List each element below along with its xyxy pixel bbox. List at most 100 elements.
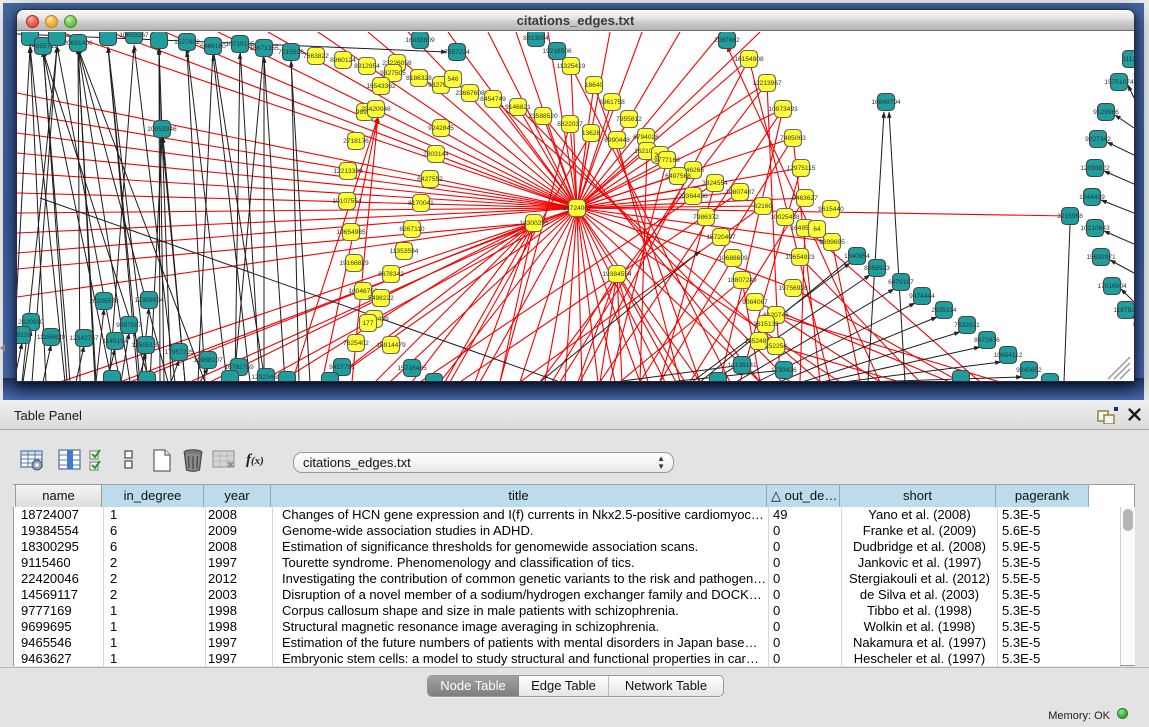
svg-text:9242845: 9242845 [428, 125, 454, 132]
svg-text:8912954: 8912954 [354, 63, 380, 70]
svg-text:10107554: 10107554 [332, 198, 362, 205]
svg-text:9245652: 9245652 [1016, 367, 1042, 374]
svg-text:6794028: 6794028 [633, 134, 659, 141]
svg-text:1167533: 1167533 [1113, 307, 1134, 314]
svg-text:11125: 11125 [1122, 56, 1134, 63]
svg-text:12505135: 12505135 [131, 342, 161, 349]
svg-text:9227342: 9227342 [1085, 136, 1111, 143]
svg-text:2087682: 2087682 [714, 37, 740, 44]
svg-text:23420046: 23420046 [361, 106, 391, 113]
svg-text:18724007: 18724007 [562, 205, 592, 212]
svg-text:15720407: 15720407 [706, 234, 736, 241]
svg-text:9129966: 9129966 [1093, 109, 1119, 116]
svg-text:8990448: 8990448 [604, 137, 630, 144]
svg-text:12923468: 12923468 [251, 374, 281, 381]
svg-text:6466160: 6466160 [200, 43, 226, 50]
svg-text:9084067: 9084067 [742, 299, 768, 306]
svg-text:8170041: 8170041 [408, 200, 434, 207]
svg-text:7515526: 7515526 [278, 49, 304, 56]
svg-text:39139: 39139 [17, 332, 31, 339]
svg-text:20206576: 20206576 [89, 298, 119, 305]
svg-text:20053346: 20053346 [147, 126, 177, 133]
svg-text:12213967: 12213967 [752, 80, 782, 87]
svg-text:9397587: 9397587 [116, 322, 142, 329]
svg-text:8822037: 8822037 [557, 121, 583, 128]
svg-text:17016504: 17016504 [1097, 283, 1127, 290]
svg-text:8678342: 8678342 [378, 271, 404, 278]
svg-text:19218506: 19218506 [542, 48, 572, 55]
svg-text:2620910: 2620910 [18, 319, 44, 326]
svg-text:1615132: 1615132 [753, 321, 779, 328]
svg-text:8471676: 8471676 [974, 337, 1000, 344]
svg-text:16033809: 16033809 [405, 37, 435, 44]
svg-text:14136141: 14136141 [727, 362, 757, 369]
svg-text:3215958: 3215958 [1057, 213, 1083, 220]
svg-text:16648794: 16648794 [871, 99, 901, 106]
svg-text:9457791: 9457791 [329, 364, 355, 371]
svg-text:7625402: 7625402 [343, 340, 369, 347]
svg-text:8960124: 8960124 [330, 57, 356, 64]
svg-text:16914479: 16914479 [376, 342, 406, 349]
svg-text:12213389: 12213389 [333, 168, 363, 175]
svg-text:20691406: 20691406 [63, 40, 93, 47]
svg-text:8813054: 8813054 [523, 35, 549, 42]
svg-text:15692971: 15692971 [1086, 254, 1116, 261]
svg-text:3824554: 3824554 [702, 180, 728, 187]
svg-text:7663822: 7663822 [303, 53, 329, 60]
svg-text:16154808: 16154808 [734, 56, 764, 63]
svg-text:177: 177 [362, 320, 373, 327]
svg-text:12975115: 12975115 [787, 165, 816, 172]
svg-text:17359924: 17359924 [134, 297, 164, 304]
svg-text:10973493: 10973493 [768, 106, 798, 113]
svg-text:8958923: 8958923 [864, 265, 890, 272]
svg-text:10653267: 10653267 [119, 32, 149, 39]
svg-text:18300295: 18300295 [519, 220, 549, 227]
svg-text:12093822: 12093822 [1080, 165, 1110, 172]
svg-text:10958107: 10958107 [193, 357, 223, 364]
svg-text:252254: 252254 [765, 343, 787, 350]
svg-text:6961758: 6961758 [599, 99, 625, 106]
svg-text:20364436: 20364436 [678, 193, 708, 200]
svg-text:9463627: 9463627 [792, 195, 818, 202]
svg-text:10210643: 10210643 [1080, 225, 1110, 232]
svg-text:1244419: 1244419 [1079, 194, 1105, 201]
svg-text:19756928: 19756928 [778, 285, 808, 292]
svg-text:11325419: 11325419 [557, 63, 586, 70]
svg-text:64: 64 [813, 226, 821, 233]
svg-text:2935114: 2935114 [931, 307, 957, 314]
svg-text:19166829: 19166829 [339, 260, 369, 267]
svg-text:17957225: 17957225 [164, 349, 194, 356]
svg-text:9327505: 9327505 [380, 70, 406, 77]
svg-text:11353594: 11353594 [390, 248, 419, 255]
svg-text:16671355: 16671355 [249, 45, 279, 52]
svg-text:8427552: 8427552 [417, 176, 443, 183]
svg-text:12342757: 12342757 [69, 335, 99, 342]
svg-text:15751074: 15751074 [1104, 79, 1134, 86]
svg-text:6497568: 6497568 [665, 173, 691, 180]
svg-text:1527602: 1527602 [174, 39, 200, 46]
svg-text:15716485: 15716485 [397, 365, 427, 372]
svg-text:9146821: 9146821 [505, 104, 531, 111]
svg-text:2718176: 2718176 [343, 138, 369, 145]
svg-text:6479197: 6479197 [888, 279, 914, 286]
svg-text:7485063: 7485063 [780, 135, 806, 142]
svg-text:10807487: 10807487 [725, 189, 755, 196]
svg-text:9777169: 9777169 [654, 157, 680, 164]
svg-text:10688609: 10688609 [718, 255, 748, 262]
svg-text:11156829: 11156829 [37, 334, 66, 341]
svg-text:18640: 18640 [585, 82, 604, 89]
svg-text:7955812: 7955812 [616, 116, 642, 123]
svg-text:7986372: 7986372 [693, 214, 719, 221]
svg-text:19384554: 19384554 [602, 271, 632, 278]
svg-text:62160: 62160 [754, 203, 773, 210]
svg-text:13626: 13626 [582, 130, 601, 137]
svg-text:19654985: 19654985 [336, 229, 366, 236]
svg-text:7357224: 7357224 [444, 49, 470, 56]
svg-text:8186328: 8186328 [406, 75, 432, 82]
svg-text:5498222: 5498222 [368, 295, 394, 302]
svg-text:23588520: 23588520 [528, 113, 558, 120]
svg-text:10654112: 10654112 [994, 352, 1023, 359]
svg-text:9699695: 9699695 [819, 239, 845, 246]
svg-text:2803144: 2803144 [423, 151, 449, 158]
svg-text:18807249: 18807249 [727, 277, 757, 284]
